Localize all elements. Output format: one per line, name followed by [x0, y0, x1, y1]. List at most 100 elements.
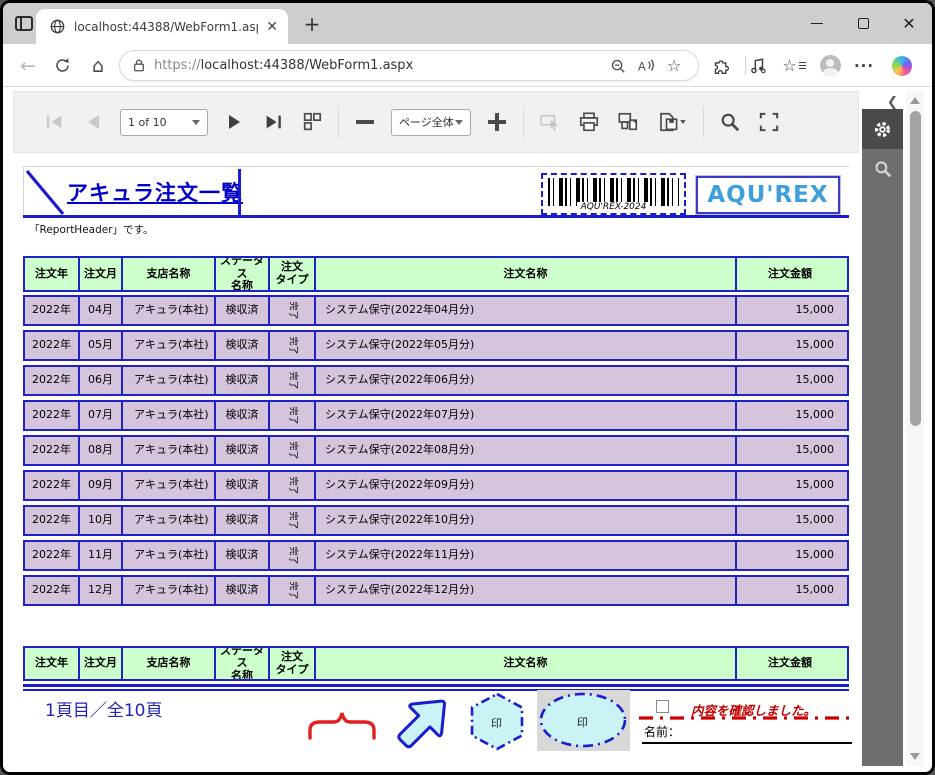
browser-tab[interactable]: localhost:44388/WebForm1.aspx ✕: [36, 9, 288, 44]
zoom-out-icon[interactable]: [604, 58, 632, 74]
table-cell: システム保守(2022年05月分): [316, 332, 737, 359]
read-aloud-icon[interactable]: A: [632, 58, 660, 74]
table-cell: 検収済: [216, 542, 270, 569]
table-cell: 検収済: [216, 402, 270, 429]
table-row: 2022年 10月 アキュラ(本社) 検収済 完了 システム保守(2022年10月分) 15…: [23, 505, 849, 536]
table-cell: 検収済: [216, 297, 270, 324]
report-header-note: 「ReportHeader」です。: [29, 224, 154, 236]
table-cell: 2022年: [25, 542, 80, 569]
column-header: 注文月: [80, 648, 123, 679]
new-tab-button[interactable]: +: [299, 12, 325, 36]
table-cell: システム保守(2022年07月分): [316, 402, 737, 429]
multipage-view-button[interactable]: [299, 109, 325, 135]
diagonal-line-shape: [25, 169, 65, 216]
stamp-text: 印: [577, 716, 588, 729]
report-title: アキュラ注文一覧: [67, 181, 243, 205]
page-number-combobox[interactable]: 1 of 10: [120, 108, 208, 136]
parameters-gear-icon[interactable]: [862, 109, 903, 149]
print-layout-button[interactable]: [615, 109, 641, 135]
table-cell: 15,000: [795, 373, 835, 387]
settings-more-icon[interactable]: ···: [848, 44, 880, 87]
page-indicator: 1 of 10: [128, 115, 167, 129]
reload-button[interactable]: [47, 44, 77, 87]
table-cell: 15,000: [795, 583, 835, 597]
zoom-mode-combobox[interactable]: ページ全体: [391, 108, 471, 136]
minimize-button[interactable]: [794, 3, 840, 44]
company-logo: AQU'REX: [696, 176, 840, 214]
column-header: 注文名称: [316, 648, 737, 679]
scroll-down-arrow[interactable]: [910, 753, 920, 760]
column-header: ステータス 名称: [216, 648, 270, 679]
vertical-scrollbar[interactable]: [906, 91, 924, 766]
table-cell: 12月: [80, 577, 123, 604]
favorite-star-icon[interactable]: ☆: [660, 56, 688, 75]
table-cell: 15,000: [795, 548, 835, 562]
table-cell: 完了: [270, 472, 316, 499]
divider: [338, 107, 339, 137]
column-header: 注文月: [80, 258, 123, 290]
table-cell: 2022年: [25, 297, 80, 324]
table-cell: 完了: [270, 402, 316, 429]
selection-tool-button[interactable]: [537, 109, 563, 135]
browser-essentials-icon[interactable]: [742, 44, 774, 87]
orders-table-footer-header: 注文年 注文月 支店名称 ステータス 名称 注文 タイプ 注文名称 注文金額: [23, 646, 849, 681]
url-text[interactable]: https://localhost:44388/WebForm1.aspx: [154, 58, 604, 73]
table-cell: アキュラ(本社): [123, 472, 216, 499]
table-cell: 検収済: [216, 437, 270, 464]
table-cell: 検収済: [216, 332, 270, 359]
table-cell: 完了: [270, 577, 316, 604]
name-signature-line: [642, 742, 852, 744]
maximize-button[interactable]: [840, 3, 886, 44]
last-page-button[interactable]: [260, 109, 286, 135]
table-cell: 完了: [270, 542, 316, 569]
fullscreen-button[interactable]: [756, 109, 782, 135]
copilot-icon[interactable]: [886, 44, 918, 87]
tab-close-icon[interactable]: ✕: [266, 19, 278, 35]
confirm-checkbox[interactable]: [656, 700, 669, 713]
barcode-text: AQU'REX-2024: [543, 202, 684, 212]
table-row: 2022年 08月 アキュラ(本社) 検収済 完了 システム保守(2022年08月分) 15…: [23, 435, 849, 466]
column-header: 注文年: [25, 648, 80, 679]
profile-avatar[interactable]: [814, 44, 846, 87]
table-cell: 完了: [270, 297, 316, 324]
window-close-button[interactable]: ✕: [886, 3, 932, 44]
search-button[interactable]: [717, 109, 743, 135]
report-page: アキュラ注文一覧 AQU'REX-2024 AQU'REX 「ReportHea…: [15, 155, 860, 758]
table-cell: 2022年: [25, 507, 80, 534]
table-cell: 検収済: [216, 577, 270, 604]
favorites-bar-icon[interactable]: ☆: [778, 44, 810, 87]
export-save-button[interactable]: [654, 109, 690, 135]
next-page-button[interactable]: [221, 109, 247, 135]
first-page-button[interactable]: [42, 109, 68, 135]
brace-shape: [308, 712, 376, 740]
table-cell: 2022年: [25, 437, 80, 464]
home-button[interactable]: ⌂: [83, 44, 113, 87]
table-cell: アキュラ(本社): [123, 507, 216, 534]
zoom-in-button[interactable]: [484, 109, 510, 135]
table-cell: 15,000: [795, 513, 835, 527]
table-cell: 04月: [80, 297, 123, 324]
collapse-panel-chevron[interactable]: ❮: [887, 95, 898, 110]
table-cell: 15,000: [795, 443, 835, 457]
arrow-shape: [397, 699, 446, 749]
print-button[interactable]: [576, 109, 602, 135]
table-cell: 10月: [80, 507, 123, 534]
workspaces-icon[interactable]: [15, 16, 33, 31]
chevron-down-icon: [455, 119, 463, 125]
previous-page-button[interactable]: [81, 109, 107, 135]
table-cell: システム保守(2022年06月分): [316, 367, 737, 394]
zoom-out-button[interactable]: [352, 109, 378, 135]
back-button[interactable]: ←: [13, 44, 43, 87]
scroll-up-arrow[interactable]: [910, 97, 920, 104]
scrollbar-thumb[interactable]: [909, 111, 921, 426]
extensions-icon[interactable]: [705, 44, 737, 87]
search-panel-icon[interactable]: [862, 149, 903, 189]
divider: [523, 107, 524, 137]
address-bar[interactable]: https://localhost:44388/WebForm1.aspx A …: [119, 50, 699, 81]
barcode-box: AQU'REX-2024: [541, 173, 686, 215]
table-cell: 07月: [80, 402, 123, 429]
column-header: 注文年: [25, 258, 80, 290]
header-divider-line: [238, 169, 241, 215]
table-cell: 11月: [80, 542, 123, 569]
table-cell: 15,000: [795, 338, 835, 352]
